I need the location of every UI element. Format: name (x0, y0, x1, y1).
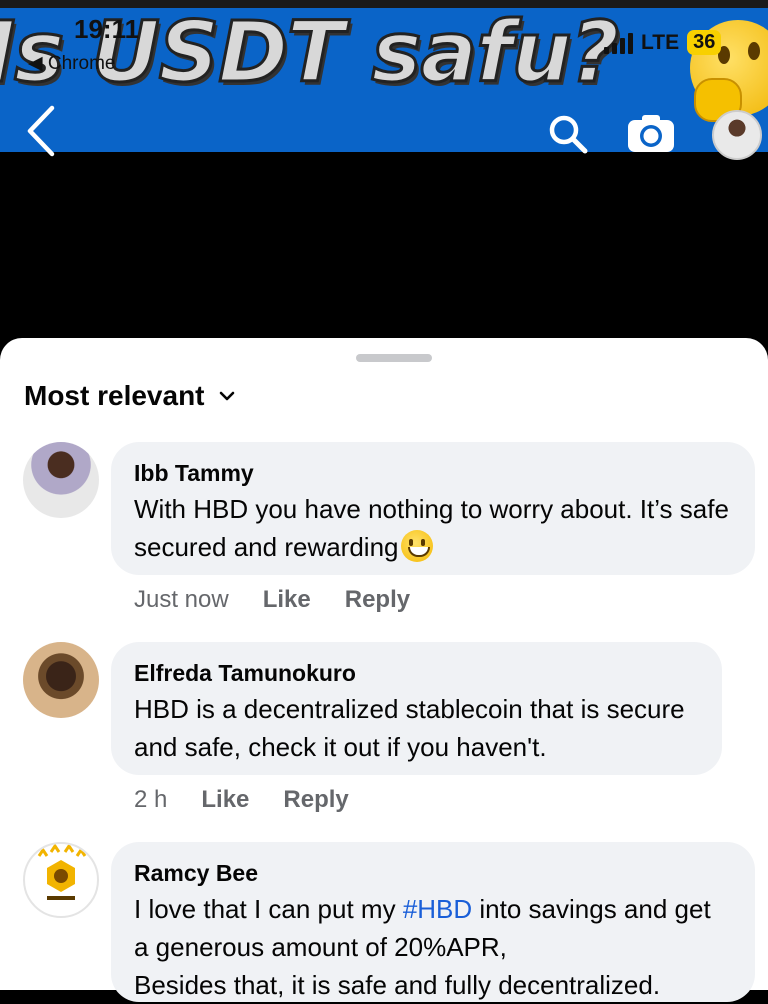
commenter-avatar[interactable] (23, 842, 99, 918)
comment-bubble: Ibb Tammy With HBD you have nothing to w… (111, 442, 755, 575)
commenter-avatar[interactable] (23, 442, 99, 518)
comment-timestamp: 2 h (134, 786, 168, 813)
like-button[interactable]: Like (201, 786, 249, 814)
comment-text: I love that I can put my #HBD into savin… (134, 894, 711, 1000)
sheet-drag-handle[interactable] (356, 354, 432, 362)
search-icon[interactable] (548, 114, 588, 154)
comment-bubble: Elfreda Tamunokuro HBD is a decentralize… (111, 642, 722, 775)
comment-bubble: Ramcy Bee I love that I can put my #HBD … (111, 842, 755, 1002)
network-type: LTE (641, 30, 680, 54)
like-button[interactable]: Like (263, 586, 311, 614)
honey-jar-logo-icon (37, 844, 87, 900)
sort-label: Most relevant (24, 380, 205, 411)
smiley-emoji-icon (400, 530, 433, 562)
hashtag-link[interactable]: #HBD (403, 894, 472, 924)
comments-sheet: Most relevant Ibb Tammy With HBD you hav… (0, 338, 768, 1002)
commenter-name[interactable]: Elfreda Tamunokuro (134, 658, 698, 688)
camera-icon[interactable] (626, 112, 676, 154)
back-chevron-icon[interactable] (26, 104, 56, 158)
status-indicators: LTE 36 (604, 30, 722, 55)
battery-indicator: 36 (687, 30, 722, 55)
signal-icon (604, 32, 633, 54)
reply-button[interactable]: Reply (283, 786, 348, 814)
comment-text: HBD is a decentralized stablecoin that i… (134, 694, 685, 762)
commenter-name[interactable]: Ibb Tammy (134, 458, 731, 488)
profile-avatar[interactable] (712, 110, 762, 160)
comment-actions: Just now Like Reply (134, 586, 410, 614)
reply-button[interactable]: Reply (345, 586, 410, 614)
comment-timestamp: Just now (134, 586, 229, 613)
commenter-name[interactable]: Ramcy Bee (134, 858, 731, 888)
chevron-down-icon (219, 391, 234, 401)
back-to-app-link[interactable]: ◀ Chrome (28, 52, 115, 75)
commenter-avatar[interactable] (23, 642, 99, 718)
sort-dropdown[interactable]: Most relevant (24, 380, 235, 412)
comment-text: With HBD you have nothing to worry about… (134, 494, 729, 562)
status-time: 19:11 (74, 14, 140, 44)
comment-actions: 2 h Like Reply (134, 786, 349, 814)
